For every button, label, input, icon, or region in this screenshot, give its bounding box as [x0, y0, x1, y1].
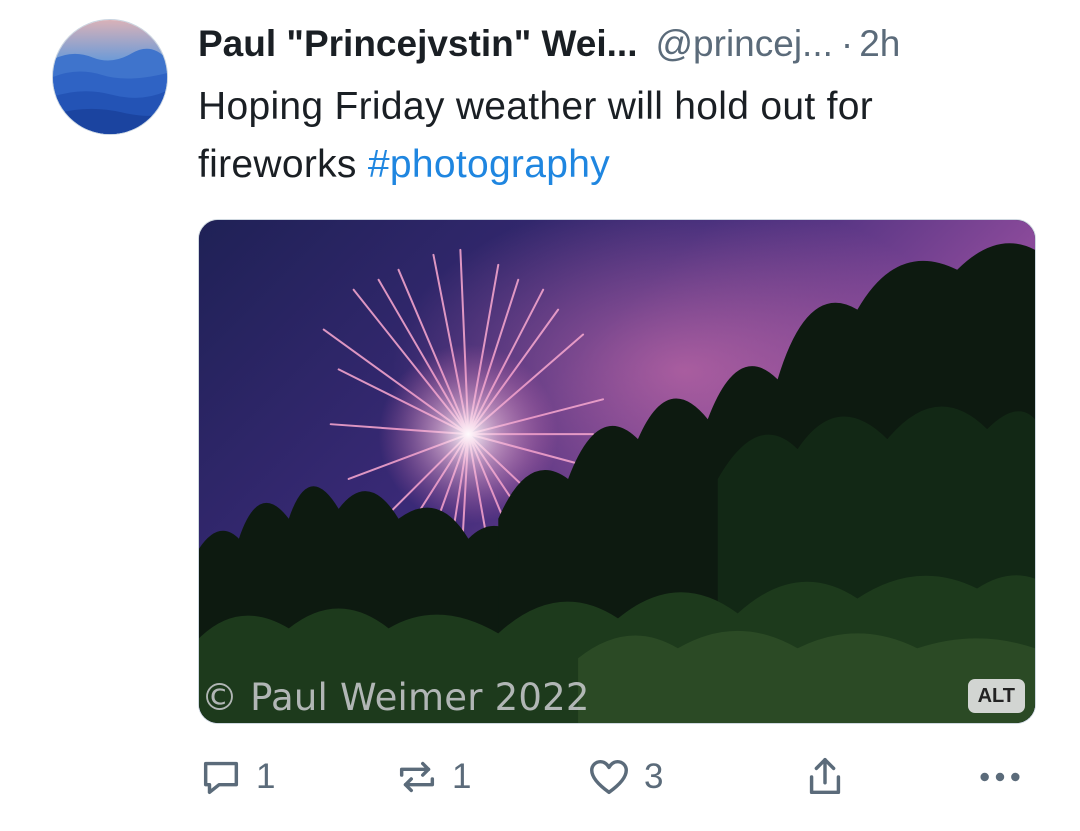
mountain-landscape-avatar-icon — [53, 20, 167, 134]
fireworks-photo — [199, 220, 1035, 723]
reply-count: 1 — [256, 757, 276, 796]
post-timestamp[interactable]: 2h — [859, 23, 900, 64]
share-button[interactable] — [802, 752, 848, 802]
more-options-button[interactable] — [974, 752, 1026, 802]
repost-count: 1 — [452, 757, 472, 796]
post-image[interactable]: © Paul Weimer 2022 ALT — [198, 219, 1036, 724]
comment-icon — [203, 761, 239, 795]
repost-button[interactable]: 1 — [394, 752, 471, 802]
post-card[interactable]: Paul "Princejvstin" Wei... @princej... · 2h… — [0, 0, 1080, 831]
reply-button[interactable]: 1 — [198, 752, 275, 802]
repost-icon — [399, 761, 435, 793]
author-display-name[interactable]: Paul "Princejvstin" Wei... — [198, 23, 637, 64]
author-handle[interactable]: @princej... — [655, 23, 832, 64]
heart-icon — [590, 759, 628, 795]
header-separator: · — [840, 23, 854, 64]
author-avatar[interactable] — [52, 19, 168, 135]
more-options-icon — [980, 772, 1020, 782]
photo-watermark: © Paul Weimer 2022 — [201, 676, 590, 719]
post-header: Paul "Princejvstin" Wei... @princej... · 2h — [198, 20, 1048, 68]
like-count: 3 — [644, 757, 664, 796]
share-icon — [809, 758, 841, 795]
alt-text-badge[interactable]: ALT — [967, 679, 1025, 713]
like-button[interactable]: 3 — [586, 752, 663, 802]
post-actions: 1 1 3 — [198, 752, 1036, 802]
hashtag-link[interactable]: #photography — [368, 143, 610, 186]
post-body: Hoping Friday weather will hold out for … — [198, 78, 1018, 194]
